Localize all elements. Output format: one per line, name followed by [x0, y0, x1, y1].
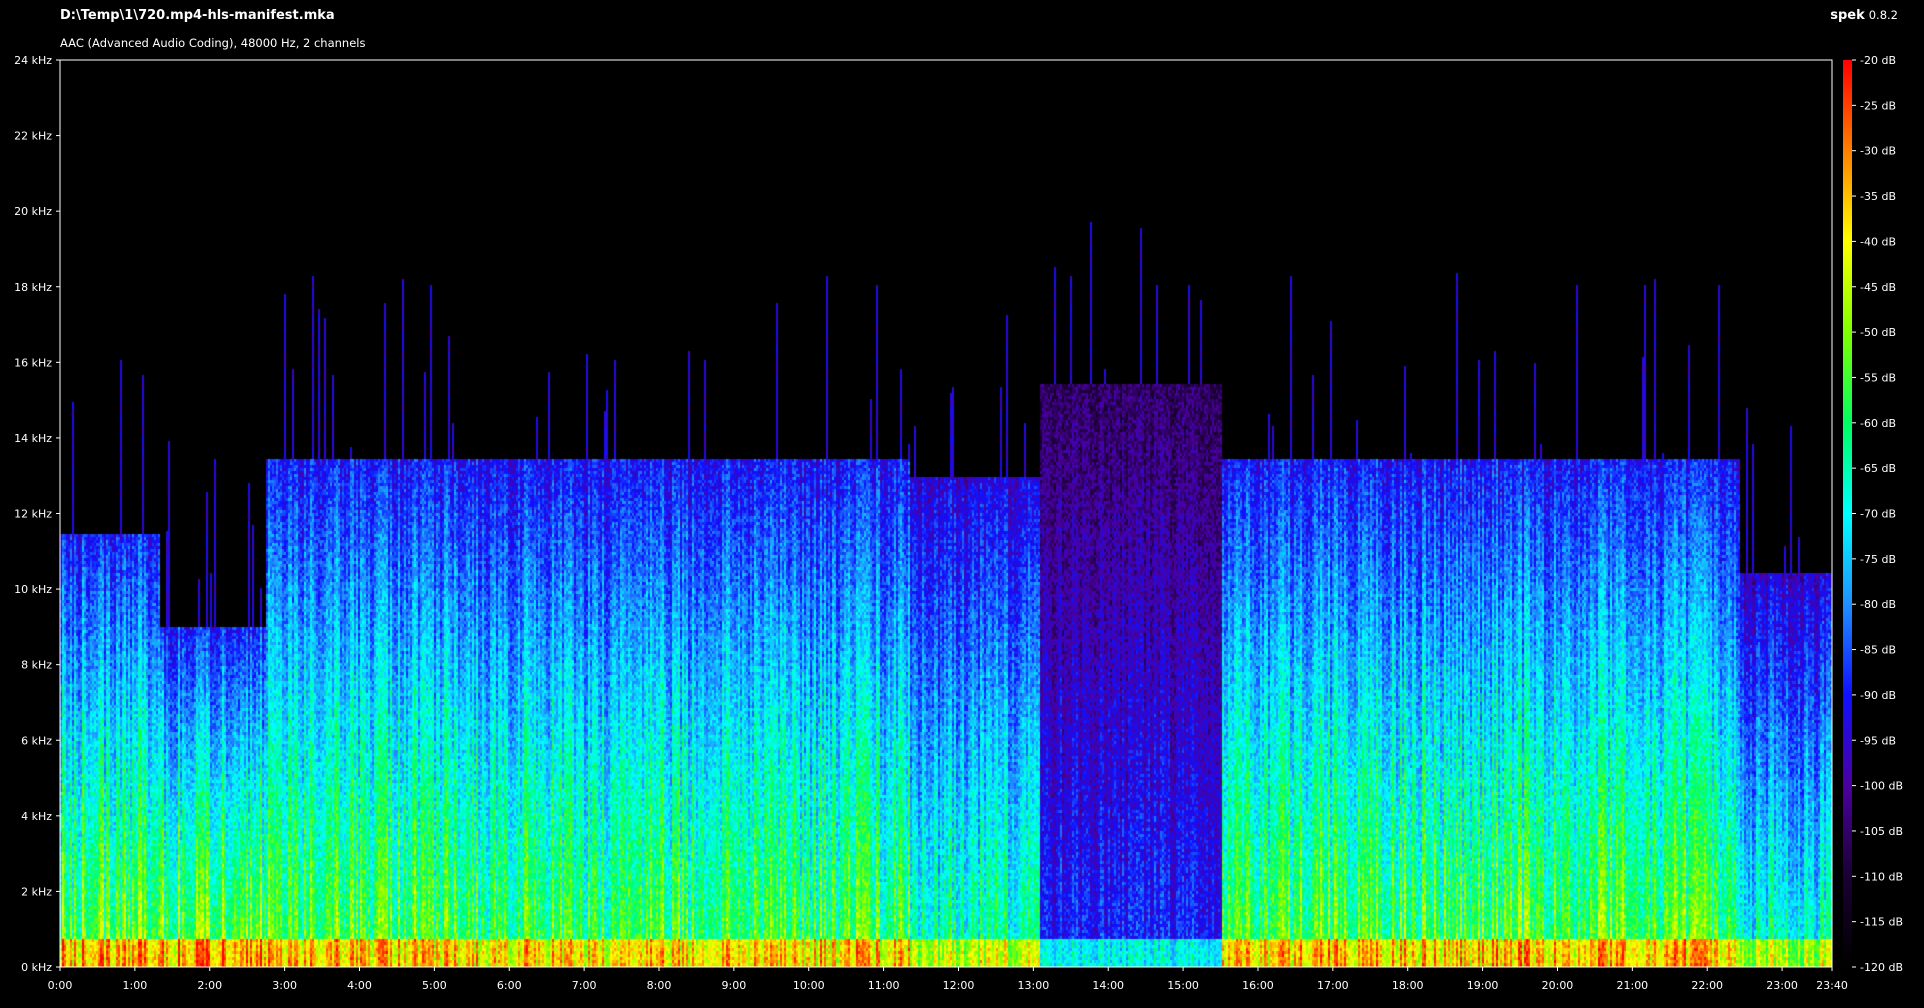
- spectrogram-image: [60, 60, 1832, 967]
- y-tick-label: 10 kHz: [14, 583, 52, 596]
- colorbar-tick-label: -50 dB: [1860, 326, 1896, 339]
- x-tick-label: 23:40: [1816, 979, 1848, 992]
- colorbar-tick-label: -60 dB: [1860, 417, 1896, 430]
- colorbar-tick-label: -105 dB: [1860, 825, 1903, 838]
- x-tick-label: 11:00: [868, 979, 900, 992]
- colorbar: [1843, 60, 1852, 967]
- x-tick-label: 0:00: [48, 979, 73, 992]
- y-tick-label: 2 kHz: [21, 885, 52, 898]
- colorbar-tick-label: -100 dB: [1860, 780, 1903, 793]
- colorbar-tick-label: -110 dB: [1860, 870, 1903, 883]
- colorbar-tick-label: -115 dB: [1860, 916, 1903, 929]
- y-tick-label: 18 kHz: [14, 281, 52, 294]
- spectrogram-chart: 0:00 1:00 2:00 3:00 4:00 5:00 6:00 7:00 8:00 9:00…: [14, 54, 1903, 992]
- x-tick-label: 15:00: [1167, 979, 1199, 992]
- x-tick-label: 10:00: [793, 979, 825, 992]
- x-tick-label: 4:00: [347, 979, 372, 992]
- y-tick-label: 0 kHz: [21, 961, 52, 974]
- spectrogram-plot: [60, 60, 1832, 967]
- x-tick-label: 16:00: [1242, 979, 1274, 992]
- colorbar-tick-label: -70 dB: [1860, 508, 1896, 521]
- x-tick-label: 17:00: [1317, 979, 1349, 992]
- x-tick-label: 8:00: [647, 979, 672, 992]
- y-tick-label: 8 kHz: [21, 659, 52, 672]
- colorbar-tick-label: -45 dB: [1860, 281, 1896, 294]
- y-tick-label: 4 kHz: [21, 810, 52, 823]
- colorbar-tick-label: -55 dB: [1860, 371, 1896, 384]
- colorbar-tick-label: -65 dB: [1860, 462, 1896, 475]
- y-tick-label: 14 kHz: [14, 432, 52, 445]
- x-tick-label: 22:00: [1691, 979, 1723, 992]
- colorbar-tick-label: -20 dB: [1860, 54, 1896, 67]
- colorbar-tick-label: -80 dB: [1860, 598, 1896, 611]
- colorbar-axis: -20 dB -25 dB -30 dB -35 dB -40 dB -45 dB -50 …: [1852, 54, 1903, 974]
- x-tick-label: 23:00: [1766, 979, 1798, 992]
- x-tick-label: 19:00: [1467, 979, 1499, 992]
- x-tick-label: 14:00: [1092, 979, 1124, 992]
- x-tick-label: 3:00: [272, 979, 297, 992]
- x-tick-label: 21:00: [1616, 979, 1648, 992]
- x-tick-label: 13:00: [1018, 979, 1050, 992]
- colorbar-tick-label: -85 dB: [1860, 644, 1896, 657]
- y-tick-label: 20 kHz: [14, 205, 52, 218]
- colorbar-tick-label: -35 dB: [1860, 190, 1896, 203]
- y-tick-label: 24 kHz: [14, 54, 52, 67]
- x-tick-label: 7:00: [572, 979, 597, 992]
- x-tick-label: 2:00: [197, 979, 222, 992]
- frequency-axis: 0 kHz 2 kHz 4 kHz 6 kHz 8 kHz 10 kHz 12 kHz 14 …: [14, 54, 60, 974]
- x-tick-label: 6:00: [497, 979, 522, 992]
- colorbar-tick-label: -95 dB: [1860, 734, 1896, 747]
- x-tick-label: 20:00: [1542, 979, 1574, 992]
- x-tick-label: 18:00: [1392, 979, 1424, 992]
- colorbar-tick-label: -120 dB: [1860, 961, 1903, 974]
- colorbar-tick-label: -25 dB: [1860, 99, 1896, 112]
- y-tick-label: 22 kHz: [14, 130, 52, 143]
- x-tick-label: 1:00: [123, 979, 148, 992]
- time-axis: 0:00 1:00 2:00 3:00 4:00 5:00 6:00 7:00 8:00 9:00…: [48, 967, 1848, 992]
- y-tick-label: 12 kHz: [14, 508, 52, 521]
- x-tick-label: 12:00: [943, 979, 975, 992]
- colorbar-tick-label: -40 dB: [1860, 235, 1896, 248]
- colorbar-tick-label: -75 dB: [1860, 553, 1896, 566]
- y-tick-label: 16 kHz: [14, 356, 52, 369]
- colorbar-tick-label: -30 dB: [1860, 145, 1896, 158]
- colorbar-tick-label: -90 dB: [1860, 689, 1896, 702]
- x-tick-label: 5:00: [422, 979, 447, 992]
- x-tick-label: 9:00: [722, 979, 747, 992]
- y-tick-label: 6 kHz: [21, 734, 52, 747]
